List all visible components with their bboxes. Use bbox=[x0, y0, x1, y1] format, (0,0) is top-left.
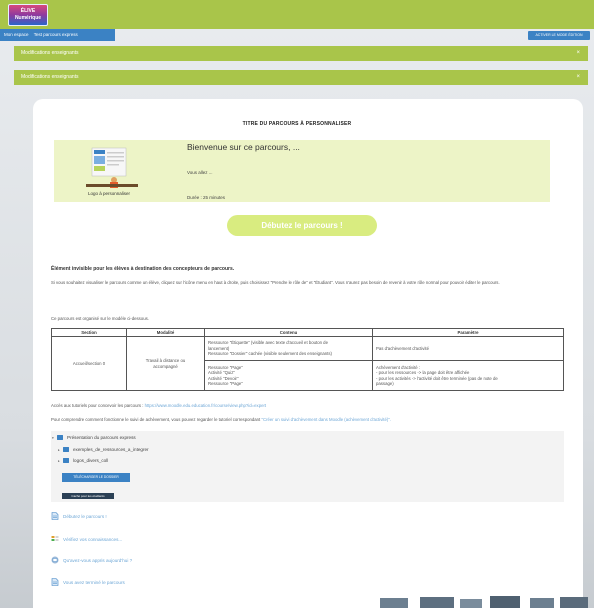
teacher-modifications-bar-2[interactable]: Modifications enseignants × bbox=[14, 70, 588, 85]
activity-finish[interactable]: Vous avez terminé le parcours bbox=[51, 578, 125, 586]
folder-icon bbox=[63, 447, 69, 452]
tutorial-link[interactable]: https://www.moodle.edu.education.fr/cour… bbox=[145, 403, 266, 408]
close-icon[interactable]: × bbox=[576, 46, 580, 61]
mod-bar-label: Modifications enseignants bbox=[21, 74, 79, 80]
completion-link[interactable]: "Créer un suivi d'achèvement dans Moodle… bbox=[261, 417, 391, 422]
completion-line: Pour comprendre comment fonctionne le su… bbox=[51, 417, 391, 423]
tree-item-label: exemples_de_ressources_a_integrer bbox=[73, 447, 149, 452]
caret-down-icon[interactable]: ▾ bbox=[52, 436, 56, 440]
navigation-bar: Mon espace Test parcours express ACTIVER… bbox=[0, 29, 594, 41]
site-logo[interactable]: ÉLIVE Numérique bbox=[8, 4, 48, 26]
tutorial-text: Accès aux tutoriels pour concevoir les p… bbox=[51, 403, 144, 408]
hidden-badge: Caché pour les étudiants bbox=[62, 493, 114, 499]
background-decoration bbox=[380, 596, 588, 608]
folder-tree bbox=[51, 431, 564, 502]
activity-start-course[interactable]: Débutez le parcours ! bbox=[51, 512, 107, 520]
designer-section-heading: Élément invisible pour les élèves à dest… bbox=[51, 266, 235, 272]
table-header-section: Section bbox=[51, 328, 127, 337]
tree-item[interactable]: ▸ logos_divers_coll bbox=[58, 458, 108, 463]
table-row: Accueil/section 0 Travail à distance ou … bbox=[51, 336, 564, 391]
start-course-button[interactable]: Débutez le parcours ! bbox=[227, 215, 377, 236]
course-duration: Durée : 25 minutes bbox=[187, 195, 226, 200]
teacher-modifications-bar-1[interactable]: Modifications enseignants × bbox=[14, 46, 588, 61]
table-cell-modality: Travail à distance ou accompagné bbox=[126, 336, 205, 391]
close-icon[interactable]: × bbox=[576, 70, 580, 85]
course-structure-table: Section Modalité Contenu Paramètre Accue… bbox=[51, 328, 564, 391]
table-cell-parameter: Achèvement d'activité : - pour les resso… bbox=[372, 360, 564, 391]
table-cell-content: Ressource "Page" Activité "Quiz" Activit… bbox=[204, 360, 373, 391]
welcome-subtitle: Vous allez ... bbox=[187, 170, 213, 175]
tree-root-label: Présentation du parcours express bbox=[67, 435, 136, 440]
activity-label: Qu'avez-vous appris aujourd'hui ? bbox=[63, 557, 133, 563]
nav-course-link[interactable]: Test parcours express bbox=[34, 32, 78, 37]
table-cell-content: Ressource "Étiquette" (visible avec text… bbox=[204, 336, 373, 361]
edit-mode-button[interactable]: ACTIVER LE MODE ÉDITION bbox=[528, 31, 590, 40]
table-header-content: Contenu bbox=[204, 328, 373, 337]
tree-item[interactable]: ▸ exemples_de_ressources_a_integrer bbox=[58, 447, 149, 452]
activity-label: Vous avez terminé le parcours bbox=[63, 579, 125, 585]
page-icon bbox=[51, 578, 59, 586]
designer-instructions: Si vous souhaitez visualiser le parcours… bbox=[51, 280, 500, 285]
caret-right-icon[interactable]: ▸ bbox=[58, 459, 62, 463]
table-cell-section: Accueil/section 0 bbox=[51, 336, 127, 391]
folder-icon bbox=[57, 435, 63, 440]
nav-my-space[interactable]: Mon espace bbox=[4, 32, 29, 37]
activity-label: Débutez le parcours ! bbox=[63, 513, 107, 519]
page-icon bbox=[51, 512, 59, 520]
tree-item-label: logos_divers_coll bbox=[73, 458, 109, 463]
course-title: TITRE DU PARCOURS À PERSONNALISER bbox=[242, 121, 352, 127]
tree-root[interactable]: ▾ Présentation du parcours express bbox=[52, 435, 136, 440]
welcome-title: Bienvenue sur ce parcours, ... bbox=[187, 142, 300, 152]
activity-quiz[interactable]: Vérifiez vos connaissances... bbox=[51, 535, 122, 543]
caret-right-icon[interactable]: ▸ bbox=[58, 448, 62, 452]
assignment-icon bbox=[51, 556, 59, 564]
table-intro: Ce parcours est organisé sur le modèle c… bbox=[51, 316, 149, 321]
logo-line-1: ÉLIVE bbox=[20, 8, 36, 14]
top-header-bar bbox=[0, 0, 594, 29]
download-folder-button[interactable]: TÉLÉCHARGER LE DOSSIER bbox=[62, 473, 130, 482]
mod-bar-label: Modifications enseignants bbox=[21, 50, 79, 56]
folder-icon bbox=[63, 458, 69, 463]
table-header-parameter: Paramètre bbox=[372, 328, 564, 337]
completion-text: Pour comprendre comment fonctionne le su… bbox=[51, 417, 261, 422]
tutorial-line: Accès aux tutoriels pour concevoir les p… bbox=[51, 403, 266, 409]
activity-label: Vérifiez vos connaissances... bbox=[63, 536, 123, 542]
course-logo-image bbox=[84, 146, 140, 188]
table-cell-parameter: Pas d'achèvement d'activité bbox=[372, 336, 564, 361]
activity-assignment[interactable]: Qu'avez-vous appris aujourd'hui ? bbox=[51, 556, 132, 564]
quiz-icon bbox=[51, 536, 59, 541]
table-header-modality: Modalité bbox=[126, 328, 205, 337]
breadcrumb: Mon espace Test parcours express bbox=[0, 29, 115, 41]
logo-line-2: Numérique bbox=[14, 15, 42, 21]
logo-caption: Logo à personnaliser bbox=[88, 191, 131, 196]
